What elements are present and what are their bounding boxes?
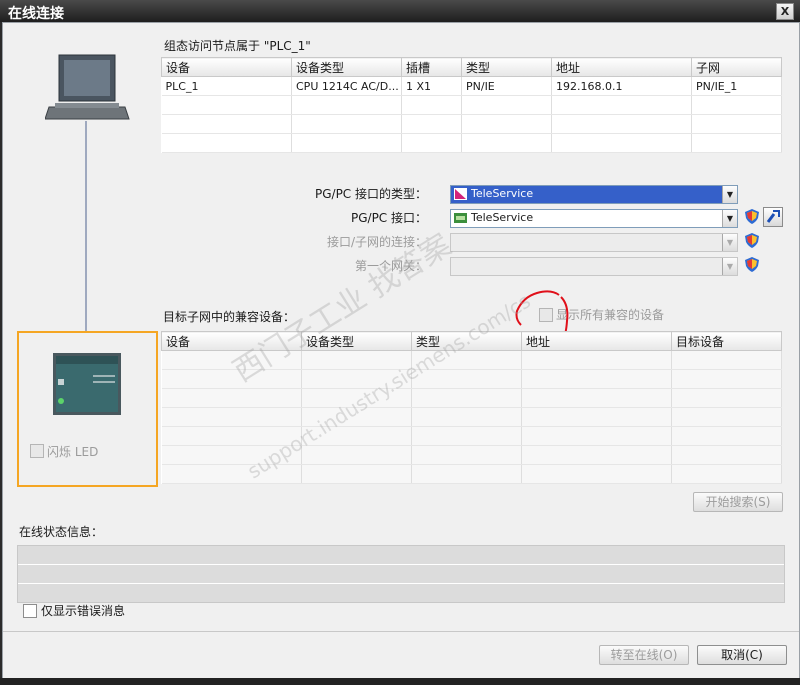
compatible-devices-table: 设备 设备类型 类型 地址 目标设备 [161,331,782,484]
laptop-icon [45,54,130,120]
online-status-area [17,545,785,603]
connect-dial-button[interactable] [763,207,783,227]
properties-shield-icon[interactable] [745,209,759,224]
table-row [161,369,782,389]
interface-type-select[interactable]: TeleService ▼ [450,185,738,204]
interface-port-select[interactable]: TeleService ▼ [450,209,738,228]
plc-device-icon [53,353,121,415]
col-device[interactable]: 设备 [161,331,302,351]
table-row [161,445,782,465]
chevron-down-icon[interactable]: ▼ [722,234,737,251]
col-type[interactable]: 类型 [461,57,552,77]
col-slot[interactable]: 插槽 [401,57,462,77]
chevron-down-icon[interactable]: ▼ [722,258,737,275]
first-gateway-select[interactable]: ▼ [450,257,738,276]
col-subnet[interactable]: 子网 [691,57,782,77]
flash-led-checkbox[interactable] [30,444,44,458]
cancel-button[interactable]: 取消(C) [697,645,787,665]
gateway-shield-icon[interactable] [745,257,759,272]
table-row [161,426,782,446]
chevron-down-icon[interactable]: ▼ [722,186,737,203]
col-device-type[interactable]: 设备类型 [291,57,402,77]
configured-node-heading: 组态访问节点属于 "PLC_1" [164,39,311,53]
cell-slot: 1 X1 [401,76,462,96]
subnet-shield-icon[interactable] [745,233,759,248]
window-title: 在线连接 [8,6,64,22]
phone-icon [766,210,780,223]
interface-type-label: PG/PC 接口的类型： [314,187,427,201]
network-adapter-icon [454,213,467,223]
flash-led-label: 闪烁 LED [47,445,99,459]
chevron-down-icon[interactable]: ▼ [722,210,737,227]
cell-device: PLC_1 [161,76,292,96]
subnet-connection-select[interactable]: ▼ [450,233,738,252]
col-type[interactable]: 类型 [411,331,522,351]
table-header-row: 设备 设备类型 类型 地址 目标设备 [161,331,782,351]
online-connection-dialog: 闪烁 LED 组态访问节点属于 "PLC_1" 设备 设备类型 插槽 类型 地址… [2,22,800,680]
table-row [161,464,782,484]
close-button[interactable]: X [776,3,794,20]
bottom-frame [0,678,800,685]
configured-node-table: 设备 设备类型 插槽 类型 地址 子网 PLC_1 CPU 1214C AC/D… [161,57,782,153]
table-row[interactable]: PLC_1 CPU 1214C AC/D... 1 X1 PN/IE 192.1… [161,76,782,96]
table-row [161,114,782,134]
teleservice-icon [454,188,467,200]
table-row [161,388,782,408]
table-row [161,350,782,370]
interface-type-value: TeleService [471,187,534,200]
table-row [161,133,782,153]
only-errors-checkbox[interactable] [23,604,37,618]
connection-line [85,121,87,331]
first-gateway-label: 第一个网关： [354,259,427,273]
table-row [161,407,782,427]
only-errors-label: 仅显示错误消息 [41,604,126,618]
cell-address: 192.168.0.1 [551,76,692,96]
go-online-button[interactable]: 转至在线(O) [599,645,689,665]
cell-subnet: PN/IE_1 [691,76,782,96]
cell-type: PN/IE [461,76,552,96]
interface-port-value: TeleService [471,211,534,224]
table-row [161,95,782,115]
title-bar[interactable]: 在线连接 X [0,0,800,22]
col-device-type[interactable]: 设备类型 [301,331,412,351]
online-status-heading: 在线状态信息： [19,525,104,539]
interface-port-label: PG/PC 接口： [350,211,427,225]
compatible-devices-heading: 目标子网中的兼容设备： [163,310,296,324]
start-search-button[interactable]: 开始搜索(S) [693,492,783,512]
col-address[interactable]: 地址 [551,57,692,77]
divider [3,631,799,632]
col-address[interactable]: 地址 [521,331,672,351]
col-device[interactable]: 设备 [161,57,292,77]
cell-device-type: CPU 1214C AC/D... [291,76,402,96]
subnet-connection-label: 接口/子网的连接： [326,235,427,249]
col-target-device[interactable]: 目标设备 [671,331,782,351]
table-header-row: 设备 设备类型 插槽 类型 地址 子网 [161,57,782,77]
